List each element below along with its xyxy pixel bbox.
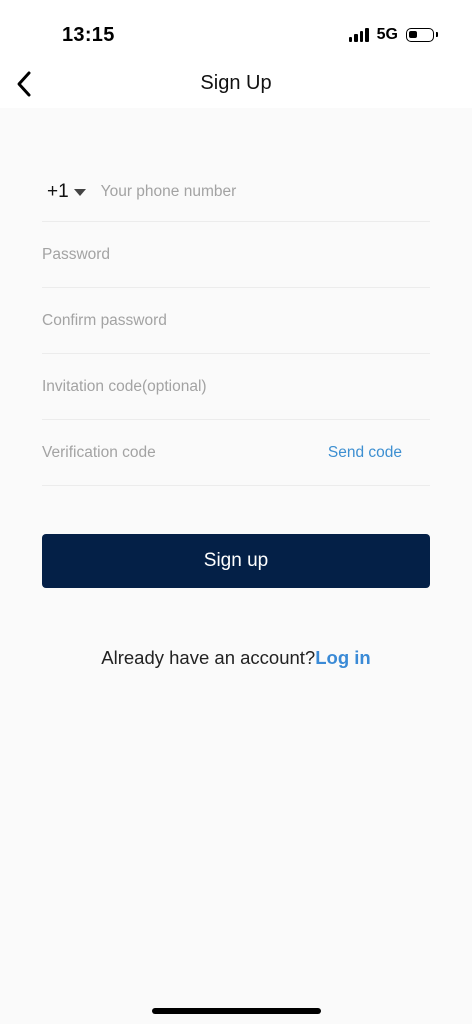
invitation-code-input[interactable] <box>42 366 430 407</box>
caret-down-icon <box>73 189 86 196</box>
nav-bar: Sign Up <box>0 60 472 108</box>
status-bar: 13:15 5G <box>0 0 472 60</box>
home-indicator <box>152 1008 321 1014</box>
confirm-password-row <box>42 288 430 354</box>
header-area: 13:15 5G Sign Up <box>0 0 472 108</box>
send-code-button[interactable]: Send code <box>328 444 402 462</box>
password-row <box>42 222 430 288</box>
invitation-code-row <box>42 354 430 420</box>
phone-row: +1 <box>42 163 430 222</box>
status-time: 13:15 <box>62 24 115 46</box>
country-code: +1 <box>47 181 69 202</box>
page-title: Sign Up <box>200 72 272 94</box>
login-prompt-text: Already have an account? <box>101 647 316 668</box>
verification-code-row: Send code <box>42 420 430 486</box>
country-code-select[interactable]: +1 <box>42 181 86 203</box>
login-prompt-line: Already have an account?Log in <box>0 647 472 669</box>
battery-icon <box>406 28 438 42</box>
phone-input[interactable] <box>100 172 430 212</box>
status-icons: 5G <box>348 24 438 46</box>
password-input[interactable] <box>42 234 430 275</box>
signup-button[interactable]: Sign up <box>42 534 430 588</box>
login-link[interactable]: Log in <box>315 647 370 668</box>
signal-icon <box>348 28 369 42</box>
network-label: 5G <box>376 26 398 43</box>
signup-form: +1 Send code <box>42 163 430 486</box>
confirm-password-input[interactable] <box>42 300 430 341</box>
